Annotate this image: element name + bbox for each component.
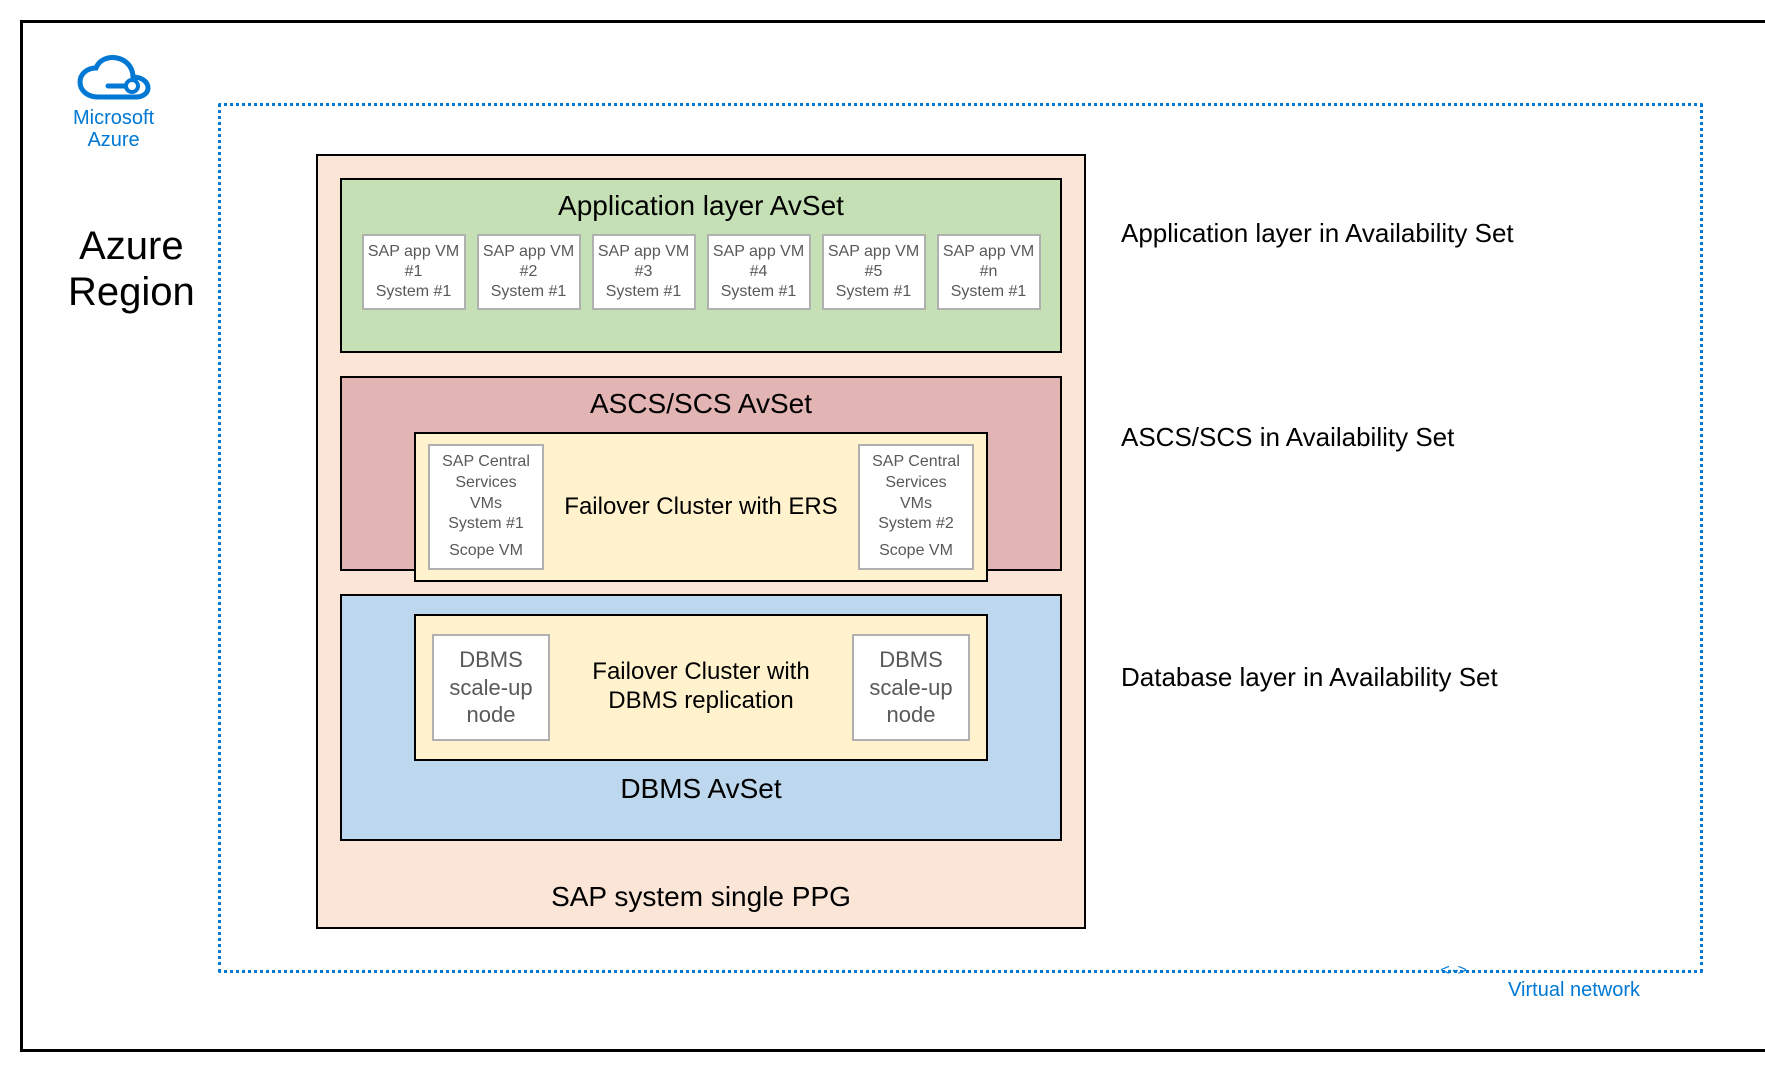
ascs-avset: ASCS/SCS AvSet SAP CentralServices VMsSy… — [340, 376, 1062, 571]
ascs-avset-title: ASCS/SCS AvSet — [342, 378, 1060, 432]
sap-central-services-vm-right: SAP CentralServices VMsSystem #2Scope VM — [858, 444, 974, 570]
ppg-title: SAP system single PPG — [318, 881, 1084, 913]
dbms-failover-cluster: DBMSscale-upnode Failover Cluster withDB… — [414, 614, 988, 761]
ascs-cluster-label: Failover Cluster with ERS — [544, 493, 858, 522]
dbms-avset-title: DBMS AvSet — [342, 761, 1060, 815]
dbms-node-right: DBMSscale-upnode — [852, 634, 970, 741]
azure-region-label: Azure Region — [68, 223, 195, 315]
vnet-icon: <···> — [1440, 962, 1465, 980]
ppg-container: Application layer AvSet SAP app VM#1Syst… — [316, 154, 1086, 929]
sap-app-vm: SAP app VM#nSystem #1 — [937, 234, 1041, 310]
sap-app-vm: SAP app VM#1System #1 — [362, 234, 466, 310]
azure-logo-text: MicrosoftAzure — [73, 107, 154, 151]
virtual-network-label: Virtual network — [1508, 979, 1640, 1002]
azure-logo: MicrosoftAzure — [73, 53, 154, 151]
azure-cloud-icon — [74, 53, 154, 105]
dbms-avset: DBMSscale-upnode Failover Cluster withDB… — [340, 594, 1062, 841]
side-label-dbms: Database layer in Availability Set — [1121, 662, 1498, 693]
sap-app-vm: SAP app VM#2System #1 — [477, 234, 581, 310]
sap-app-vm: SAP app VM#3System #1 — [592, 234, 696, 310]
sap-app-vm: SAP app VM#5System #1 — [822, 234, 926, 310]
app-vm-row: SAP app VM#1System #1 SAP app VM#2System… — [342, 234, 1060, 310]
sap-app-vm: SAP app VM#4System #1 — [707, 234, 811, 310]
dbms-node-left: DBMSscale-upnode — [432, 634, 550, 741]
diagram-frame: MicrosoftAzure Azure Region <···> Virtua… — [20, 20, 1765, 1052]
ascs-failover-cluster: SAP CentralServices VMsSystem #1Scope VM… — [414, 432, 988, 582]
side-label-ascs: ASCS/SCS in Availability Set — [1121, 422, 1454, 453]
sap-central-services-vm-left: SAP CentralServices VMsSystem #1Scope VM — [428, 444, 544, 570]
application-avset: Application layer AvSet SAP app VM#1Syst… — [340, 178, 1062, 353]
virtual-network-boundary: <···> Virtual network Application layer … — [218, 103, 1703, 973]
dbms-cluster-label: Failover Cluster withDBMS replication — [550, 658, 852, 716]
application-avset-title: Application layer AvSet — [342, 180, 1060, 234]
side-label-app: Application layer in Availability Set — [1121, 218, 1514, 249]
